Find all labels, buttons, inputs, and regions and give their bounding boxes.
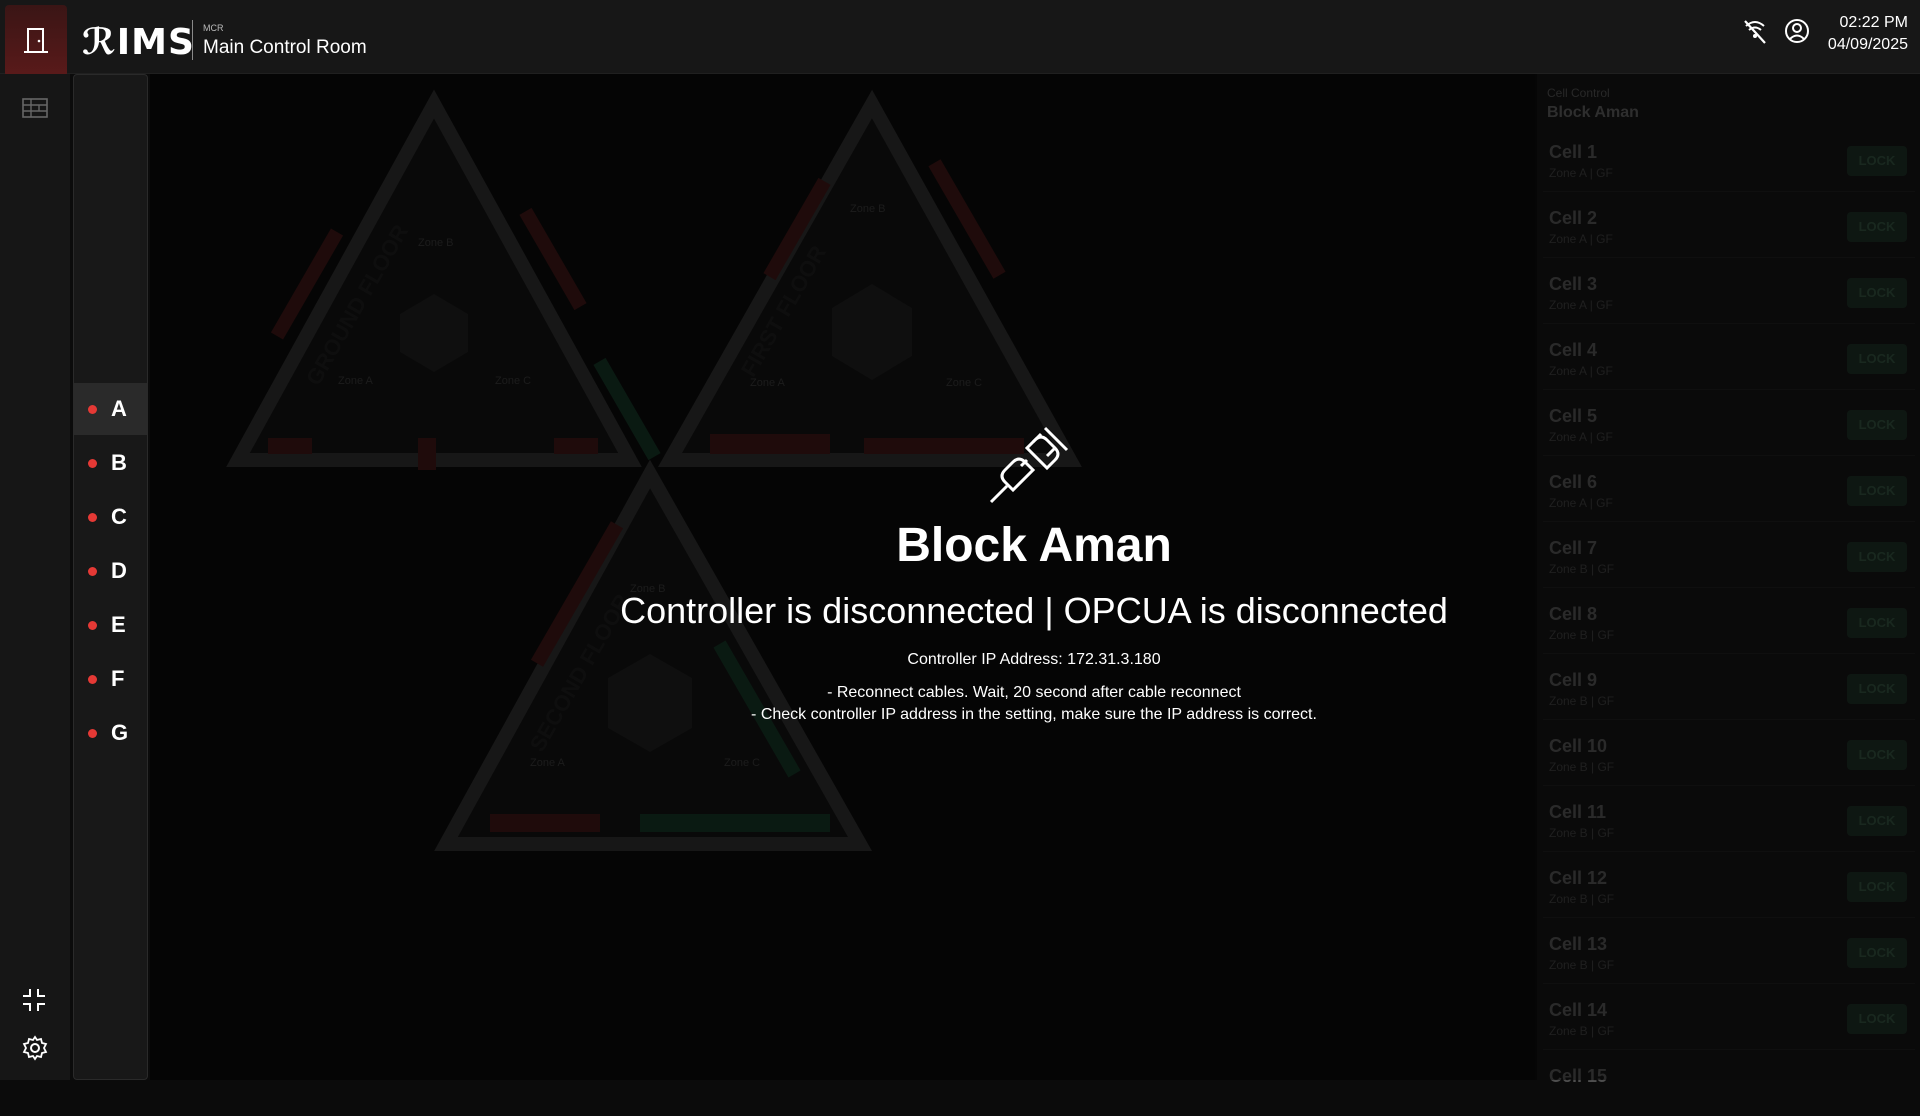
hint-check-ip: - Check controller IP address in the set… — [751, 706, 1317, 723]
door-icon — [24, 28, 48, 53]
controller-ip: Controller IP Address: 172.31.3.180 — [907, 651, 1161, 668]
building-grid-icon[interactable] — [21, 96, 49, 125]
status-dot — [88, 458, 97, 468]
block-label: B — [111, 450, 127, 475]
block-item-a[interactable]: A — [74, 383, 147, 435]
no-signal-icon[interactable] — [1740, 16, 1770, 51]
breadcrumb-code: MCR — [203, 23, 224, 33]
clock: 02:22 PM 04/09/2025 — [1828, 12, 1908, 56]
app-logo: ℛIMS — [82, 22, 195, 63]
exit-door-button[interactable] — [5, 5, 67, 77]
top-bar: ℛIMS MCR Main Control Room 02:22 PM 04/0… — [0, 0, 1920, 77]
clock-time: 02:22 PM — [1839, 14, 1908, 31]
disconnected-overlay — [150, 74, 1920, 1080]
connection-status: Controller is disconnected | OPCUA is di… — [620, 590, 1448, 631]
settings-gear-icon[interactable] — [21, 1034, 49, 1067]
user-account-icon[interactable] — [1782, 16, 1812, 51]
logo-divider — [192, 20, 193, 60]
block-item-b[interactable]: B — [74, 437, 147, 489]
page-title: Main Control Room — [203, 37, 367, 58]
status-dot — [88, 728, 97, 738]
block-nav: A B C D E F G — [73, 74, 148, 1080]
block-label: A — [111, 396, 127, 421]
status-dot — [88, 404, 97, 414]
unplugged-icon — [985, 420, 1075, 515]
clock-date: 04/09/2025 — [1827, 36, 1908, 53]
left-rail — [0, 74, 70, 1080]
status-dot — [88, 674, 97, 684]
collapse-icon[interactable] — [21, 987, 47, 1018]
overlay-title: Block Aman — [896, 519, 1172, 572]
hint-reconnect: - Reconnect cables. Wait, 20 second afte… — [827, 684, 1241, 701]
